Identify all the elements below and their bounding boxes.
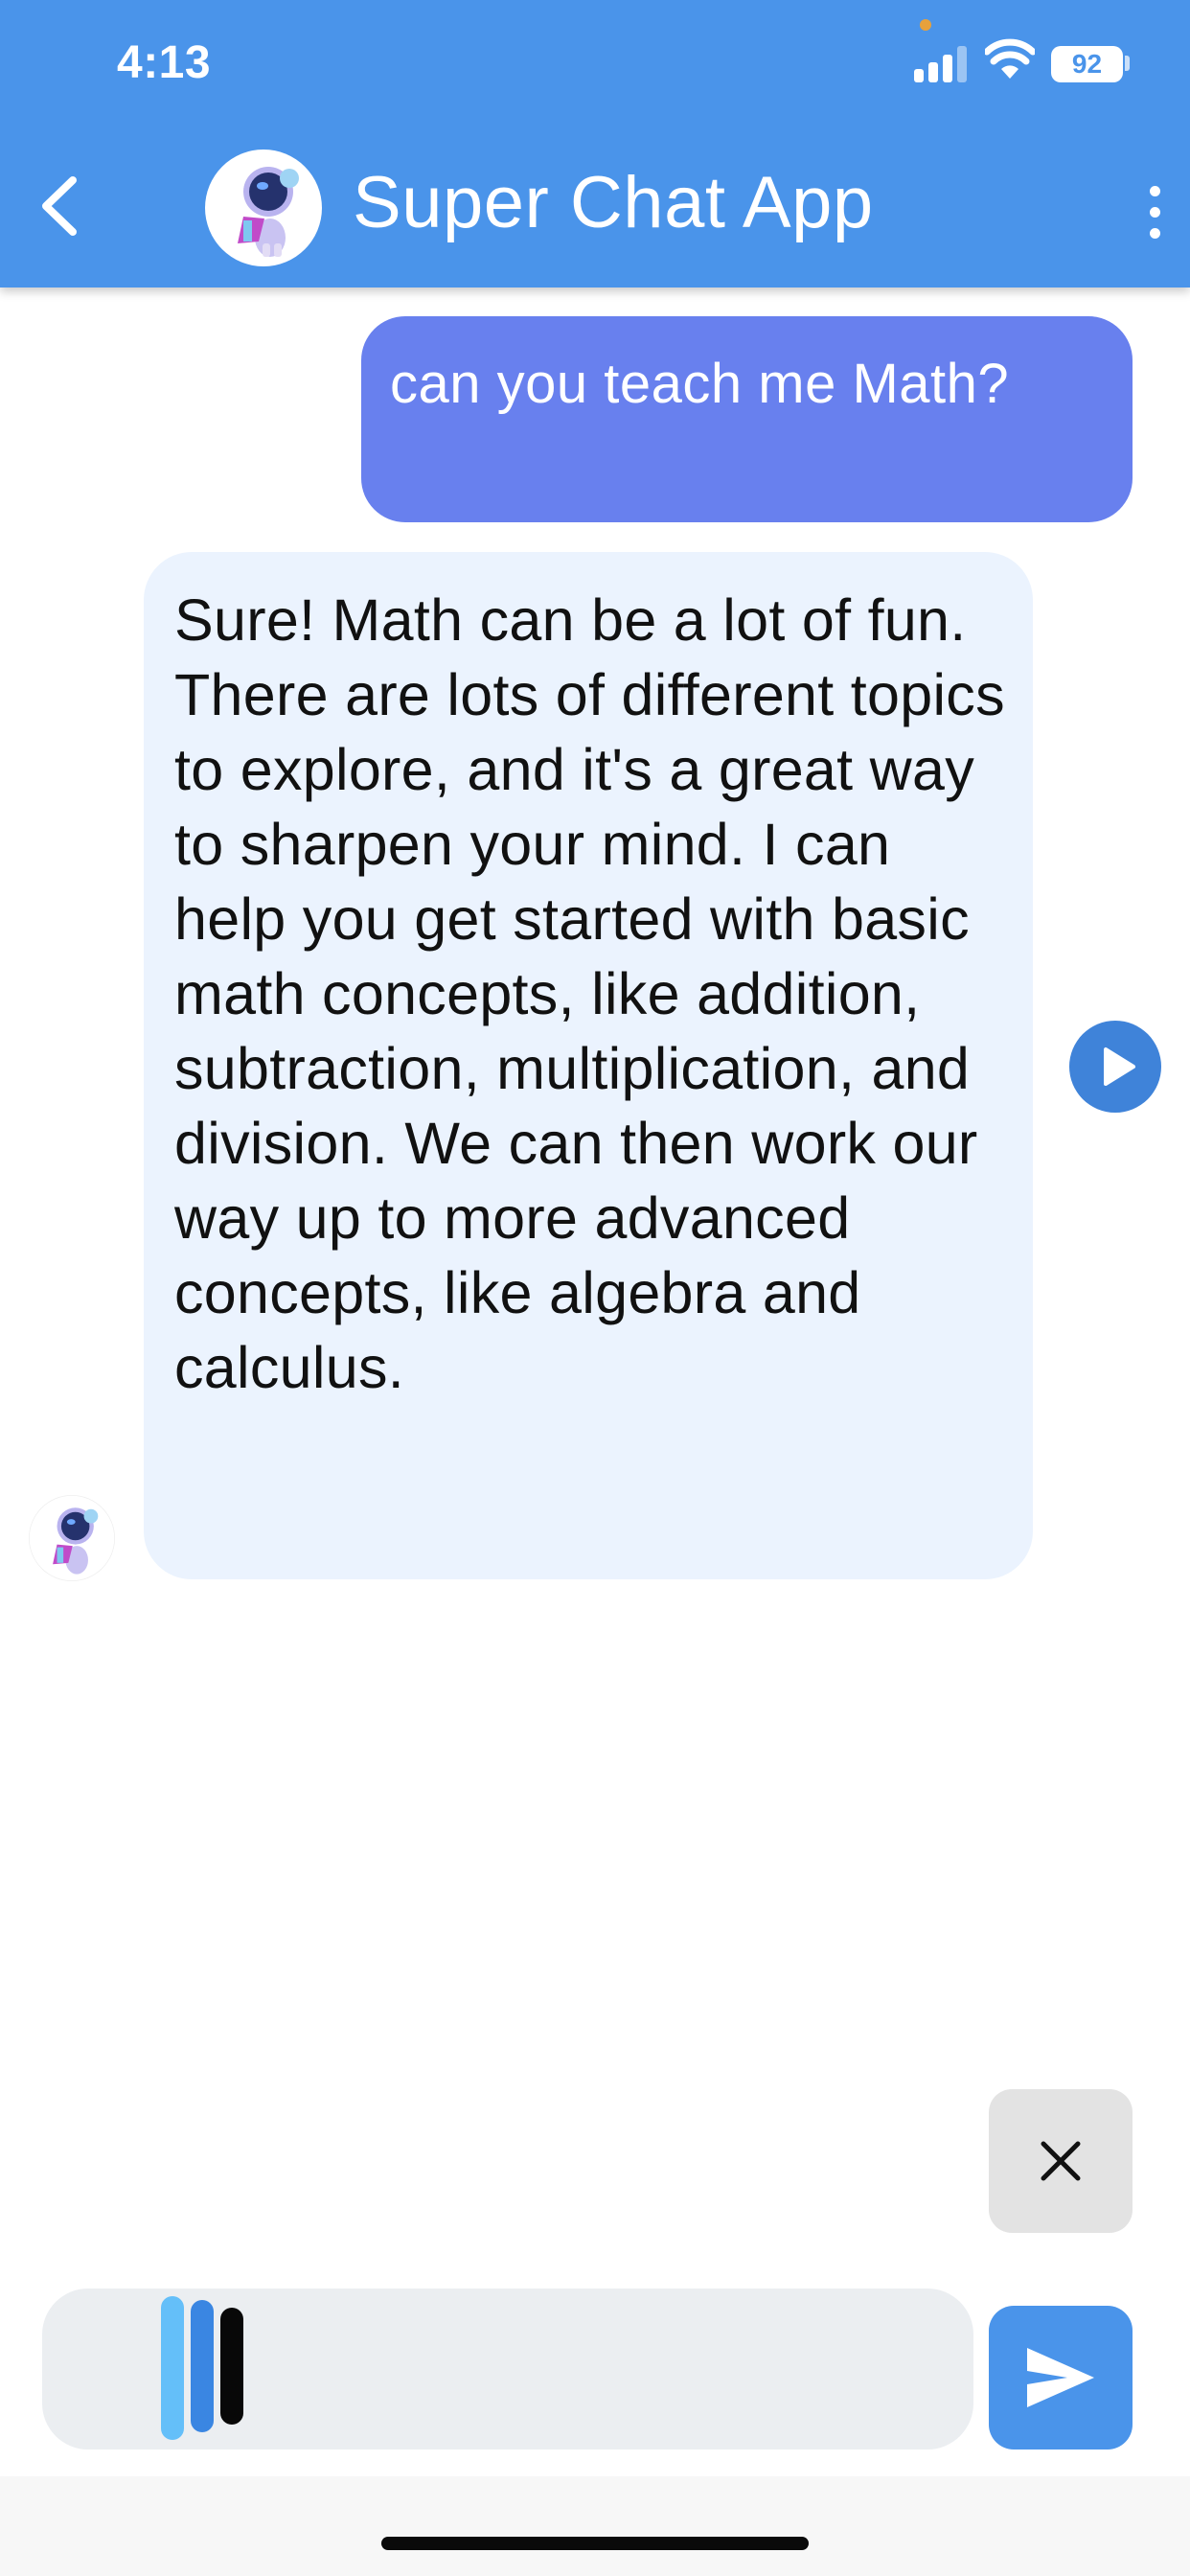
bot-message-bubble: Sure! Math can be a lot of fun. There ar… xyxy=(144,552,1033,1579)
privacy-indicator-dot xyxy=(920,19,931,31)
app-bar: 4:13 92 Super Chat App xyxy=(0,0,1190,288)
back-button[interactable] xyxy=(34,172,92,240)
audio-waveform-bar xyxy=(191,2300,214,2432)
app-title: Super Chat App xyxy=(353,162,874,243)
play-icon xyxy=(1104,1047,1135,1086)
more-vert-dot xyxy=(1150,207,1160,218)
more-vert-icon xyxy=(1150,186,1160,196)
battery-tip xyxy=(1125,56,1130,71)
cancel-recording-button[interactable] xyxy=(989,2089,1133,2233)
more-vert-dot xyxy=(1150,228,1160,239)
chevron-left-icon xyxy=(42,176,77,236)
close-icon xyxy=(1041,2141,1081,2181)
astronaut-robot-icon xyxy=(206,150,321,265)
battery-indicator: 92 xyxy=(1051,46,1123,82)
bot-avatar xyxy=(29,1495,115,1581)
user-message-bubble: can you teach me Math? xyxy=(361,316,1133,522)
play-audio-button[interactable] xyxy=(1069,1021,1161,1113)
more-options-button[interactable] xyxy=(1138,182,1171,243)
home-indicator-area xyxy=(0,2476,1190,2576)
chatbot-avatar xyxy=(205,150,322,266)
send-icon xyxy=(1027,2348,1094,2407)
wifi-icon xyxy=(985,38,1035,79)
audio-waveform-icon xyxy=(161,2296,184,2440)
cellular-signal-icon xyxy=(914,44,970,82)
status-time: 4:13 xyxy=(117,37,212,88)
astronaut-robot-icon xyxy=(29,1495,115,1581)
home-indicator[interactable] xyxy=(381,2537,809,2550)
audio-waveform-bar xyxy=(220,2308,243,2425)
send-button[interactable] xyxy=(989,2306,1133,2450)
